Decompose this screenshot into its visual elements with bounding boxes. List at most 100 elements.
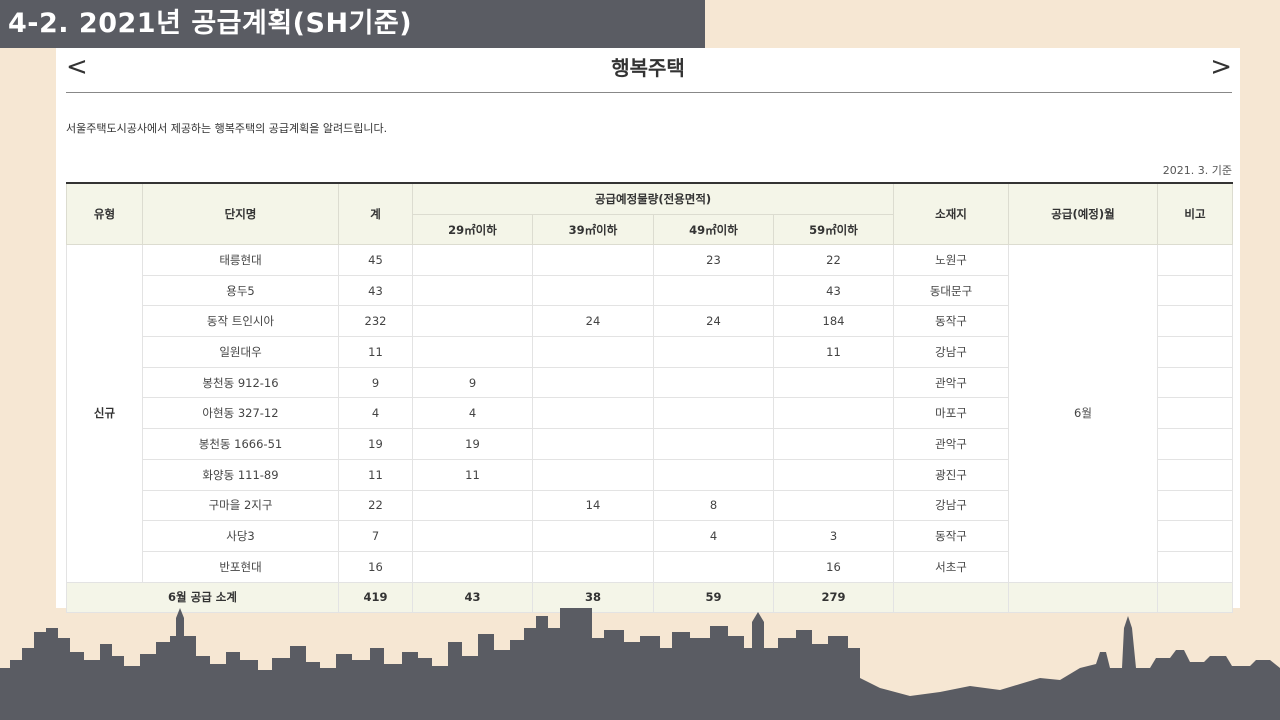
size-29-cell bbox=[412, 274, 533, 307]
size-59-cell: 16 bbox=[773, 550, 894, 583]
size-59-cell bbox=[773, 458, 894, 491]
location-cell: 서초구 bbox=[893, 550, 1009, 583]
location-cell: 노원구 bbox=[893, 244, 1009, 276]
size-39-cell bbox=[532, 520, 654, 552]
note-cell bbox=[1157, 336, 1233, 368]
header-supply-group: 공급예정물량(전용면적) bbox=[412, 182, 894, 215]
reference-date: 2021. 3. 기준 bbox=[1162, 164, 1232, 177]
header-location: 소재지 bbox=[893, 182, 1009, 245]
header-month: 공급(예정)월 bbox=[1008, 182, 1158, 245]
title-divider bbox=[66, 92, 1232, 93]
note-cell bbox=[1157, 520, 1233, 552]
complex-name-cell: 아현동 327-12 bbox=[142, 397, 339, 430]
complex-name-cell: 봉천동 1666-51 bbox=[142, 428, 339, 460]
intro-text: 서울주택도시공사에서 제공하는 행복주택의 공급계획을 알려드립니다. bbox=[66, 122, 388, 135]
header-size-49: 49㎡이하 bbox=[653, 214, 774, 245]
location-cell: 광진구 bbox=[893, 458, 1009, 491]
content-panel: < 행복주택 > 서울주택도시공사에서 제공하는 행복주택의 공급계획을 알려드… bbox=[56, 48, 1240, 613]
size-49-cell bbox=[653, 274, 774, 307]
total-cell: 232 bbox=[338, 305, 413, 338]
total-cell: 45 bbox=[338, 244, 413, 276]
size-49-cell bbox=[653, 397, 774, 430]
slide-title: 4-2. 2021년 공급계획(SH기준) bbox=[0, 0, 705, 48]
size-59-cell: 184 bbox=[773, 305, 894, 338]
next-arrow-icon[interactable]: > bbox=[1210, 52, 1232, 82]
size-29-cell: 4 bbox=[412, 397, 533, 430]
size-49-cell: 23 bbox=[653, 244, 774, 276]
location-cell: 동작구 bbox=[893, 305, 1009, 338]
size-59-cell bbox=[773, 366, 894, 399]
note-cell bbox=[1157, 428, 1233, 460]
location-cell: 동대문구 bbox=[893, 274, 1009, 307]
size-49-cell bbox=[653, 428, 774, 460]
total-cell: 9 bbox=[338, 366, 413, 399]
panel-title: 행복주택 bbox=[611, 56, 685, 80]
size-39-cell bbox=[532, 244, 654, 276]
complex-name-cell: 화양동 111-89 bbox=[142, 458, 339, 491]
note-cell bbox=[1157, 305, 1233, 338]
size-59-cell: 22 bbox=[773, 244, 894, 276]
size-29-cell bbox=[412, 244, 533, 276]
table-row: 신규 태릉현대 45 23 22 노원구 6월 bbox=[66, 244, 1233, 583]
size-59-cell bbox=[773, 428, 894, 460]
header-size-59: 59㎡이하 bbox=[773, 214, 894, 245]
size-59-cell: 11 bbox=[773, 336, 894, 368]
month-cell: 6월 bbox=[1008, 244, 1158, 583]
total-cell: 43 bbox=[338, 274, 413, 307]
size-29-cell bbox=[412, 305, 533, 338]
size-49-cell: 4 bbox=[653, 520, 774, 552]
size-59-cell bbox=[773, 397, 894, 430]
complex-name-cell: 동작 트인시아 bbox=[142, 305, 339, 338]
total-cell: 19 bbox=[338, 428, 413, 460]
size-59-cell: 43 bbox=[773, 274, 894, 307]
size-59-cell: 3 bbox=[773, 520, 894, 552]
header-type: 유형 bbox=[66, 182, 143, 245]
size-39-cell: 24 bbox=[532, 305, 654, 338]
note-cell bbox=[1157, 274, 1233, 307]
complex-name-cell: 용두5 bbox=[142, 274, 339, 307]
size-39-cell: 14 bbox=[532, 489, 654, 522]
size-49-cell bbox=[653, 366, 774, 399]
size-39-cell bbox=[532, 336, 654, 368]
total-cell: 22 bbox=[338, 489, 413, 522]
note-cell bbox=[1157, 397, 1233, 430]
size-49-cell: 24 bbox=[653, 305, 774, 338]
note-cell bbox=[1157, 458, 1233, 491]
size-39-cell bbox=[532, 458, 654, 491]
size-29-cell bbox=[412, 336, 533, 368]
total-cell: 4 bbox=[338, 397, 413, 430]
size-39-cell bbox=[532, 428, 654, 460]
total-cell: 11 bbox=[338, 336, 413, 368]
size-29-cell bbox=[412, 489, 533, 522]
supply-table: 유형 단지명 계 공급예정물량(전용면적) 소재지 공급(예정)월 비고 29㎡… bbox=[66, 182, 1233, 613]
location-cell: 동작구 bbox=[893, 520, 1009, 552]
total-cell: 16 bbox=[338, 550, 413, 583]
location-cell: 강남구 bbox=[893, 489, 1009, 522]
complex-name-cell: 봉천동 912-16 bbox=[142, 366, 339, 399]
size-49-cell: 8 bbox=[653, 489, 774, 522]
complex-name-cell: 구마을 2지구 bbox=[142, 489, 339, 522]
size-29-cell bbox=[412, 520, 533, 552]
note-cell bbox=[1157, 550, 1233, 583]
size-39-cell bbox=[532, 274, 654, 307]
size-29-cell: 11 bbox=[412, 458, 533, 491]
size-49-cell bbox=[653, 458, 774, 491]
header-size-29: 29㎡이하 bbox=[412, 214, 533, 245]
size-59-cell bbox=[773, 489, 894, 522]
location-cell: 강남구 bbox=[893, 336, 1009, 368]
complex-name-cell: 사당3 bbox=[142, 520, 339, 552]
location-cell: 마포구 bbox=[893, 397, 1009, 430]
size-39-cell bbox=[532, 550, 654, 583]
header-total: 계 bbox=[338, 182, 413, 245]
header-note: 비고 bbox=[1157, 182, 1233, 245]
complex-name-cell: 태릉현대 bbox=[142, 244, 339, 276]
total-cell: 7 bbox=[338, 520, 413, 552]
header-size-39: 39㎡이하 bbox=[532, 214, 654, 245]
location-cell: 관악구 bbox=[893, 366, 1009, 399]
complex-name-cell: 반포현대 bbox=[142, 550, 339, 583]
size-49-cell bbox=[653, 336, 774, 368]
total-cell: 11 bbox=[338, 458, 413, 491]
location-cell: 관악구 bbox=[893, 428, 1009, 460]
size-39-cell bbox=[532, 366, 654, 399]
note-cell bbox=[1157, 489, 1233, 522]
